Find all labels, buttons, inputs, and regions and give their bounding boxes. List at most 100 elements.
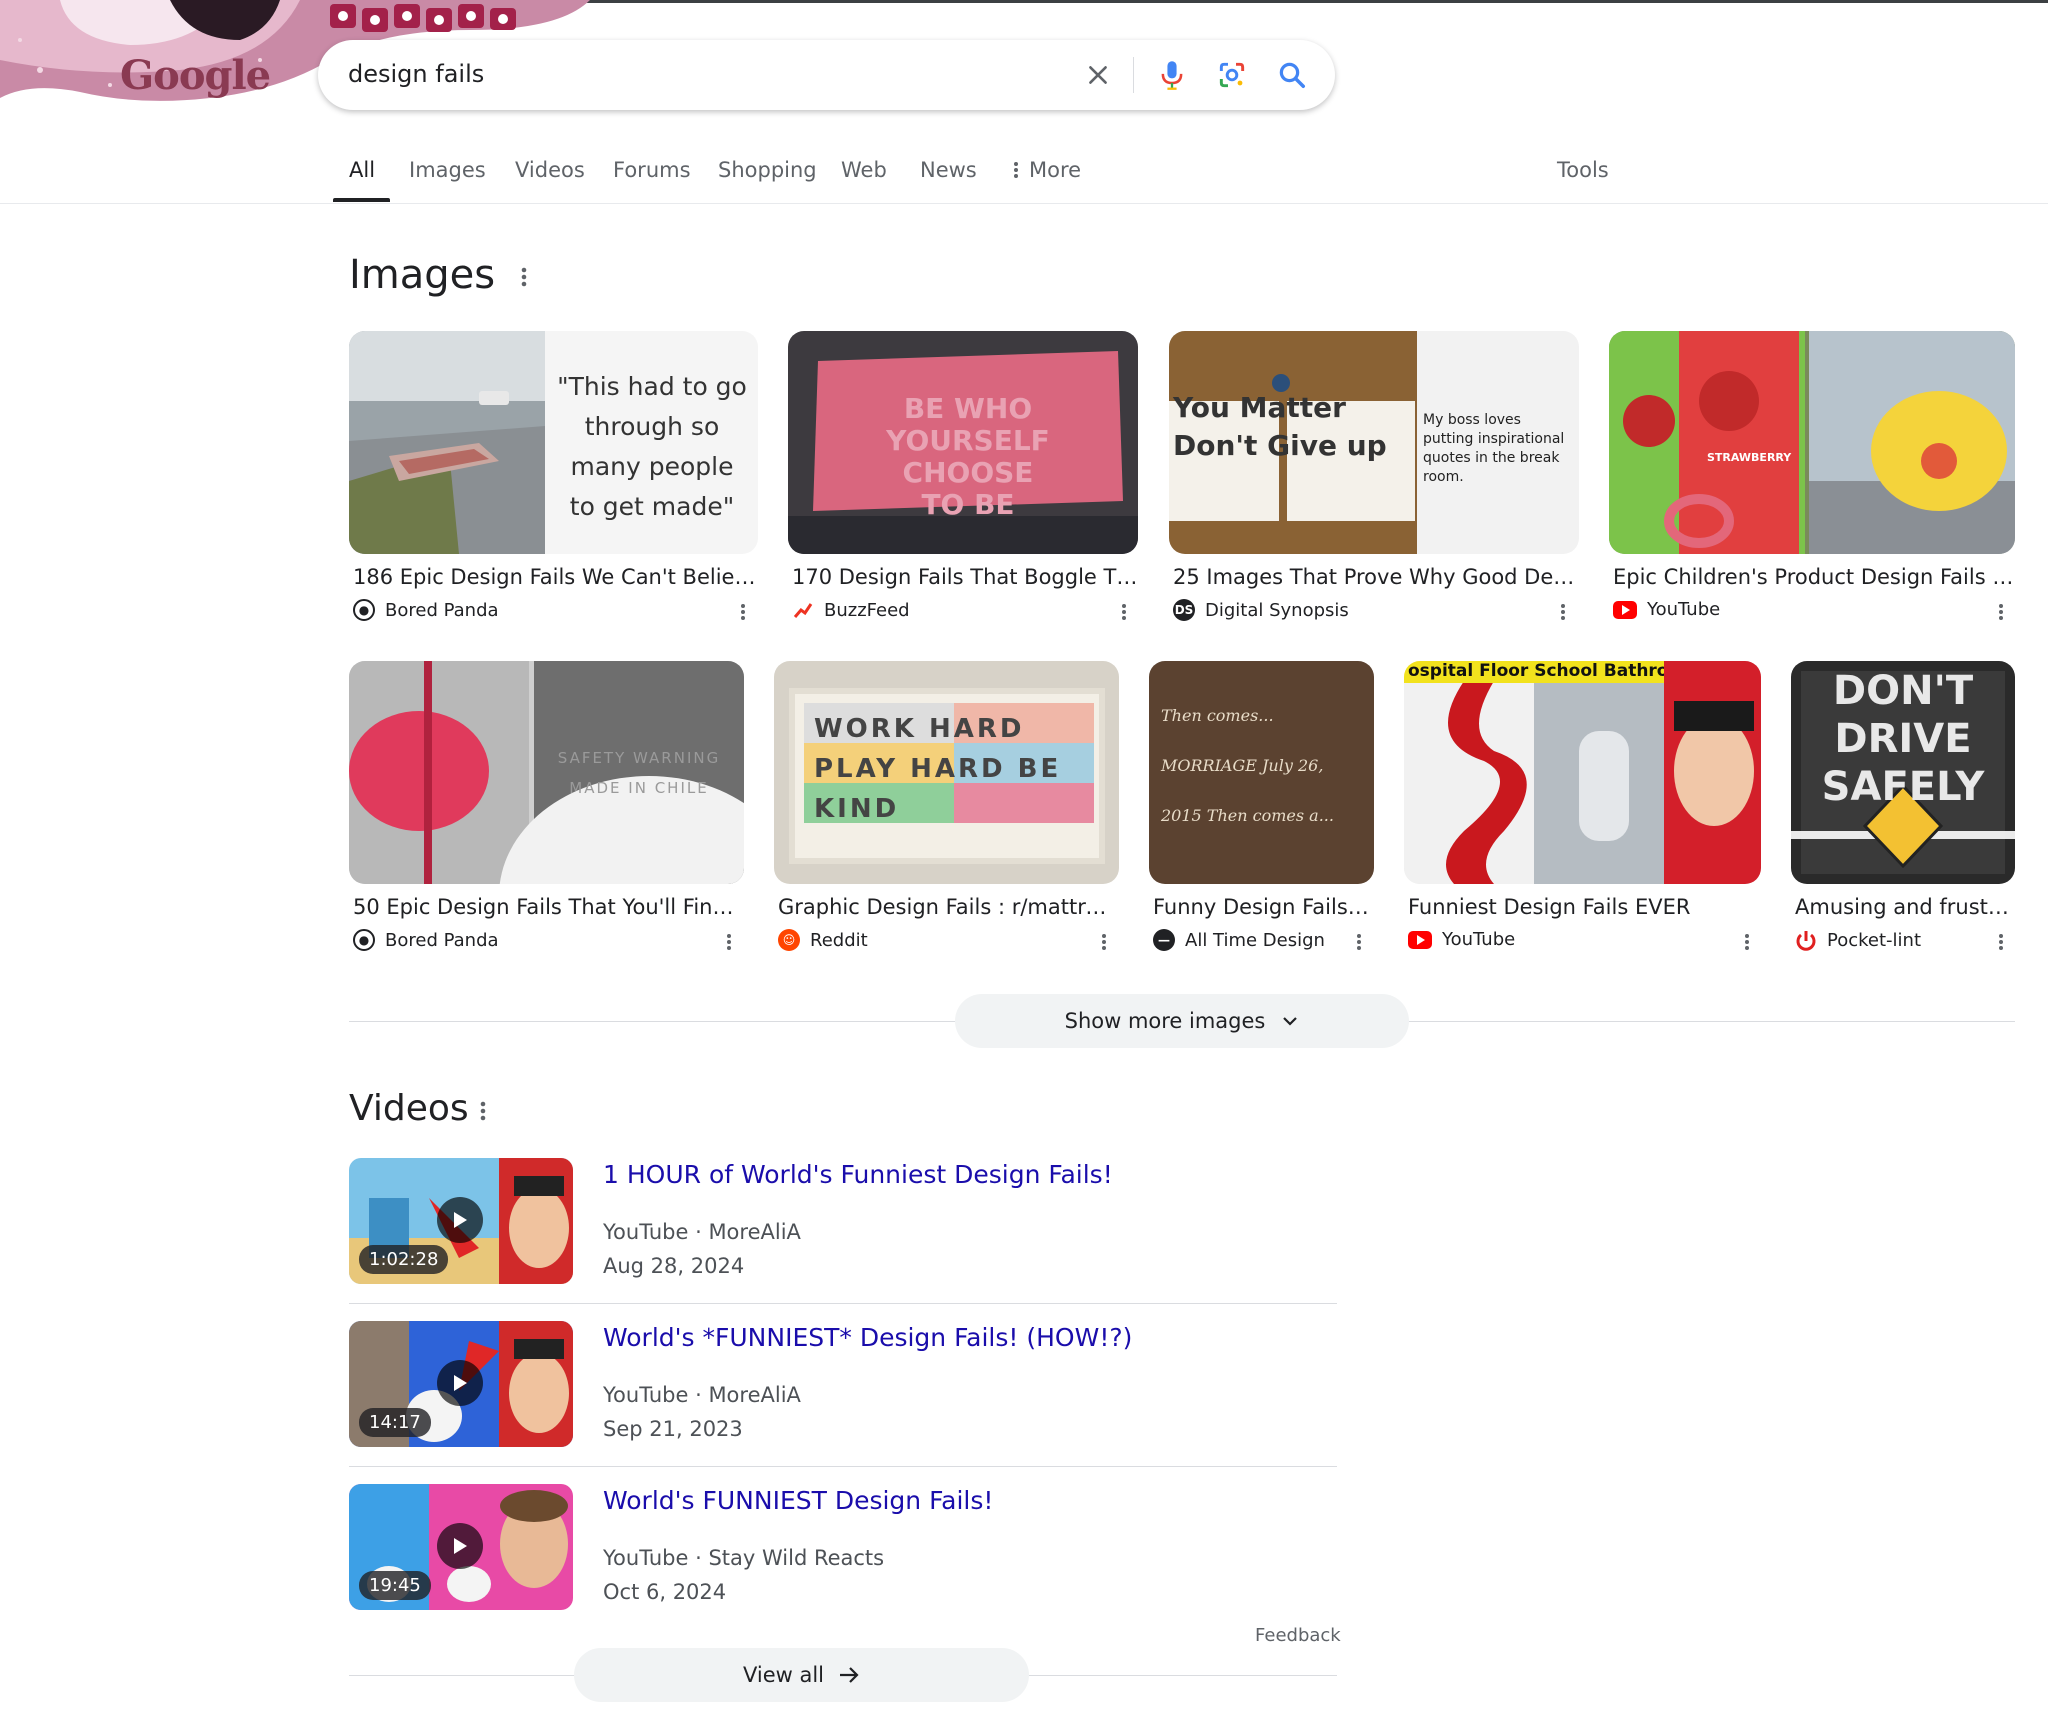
image-result-menu-icon[interactable] <box>1989 597 2013 627</box>
image-thumbnail[interactable]: "This had to go through so many people t… <box>349 331 758 554</box>
play-icon <box>437 1360 483 1406</box>
image-result-title[interactable]: 25 Images That Prove Why Good Desig... <box>1173 565 1579 589</box>
image-result-card[interactable]: DON'T DRIVE SAFELY Amusing and frustra..… <box>1791 661 2015 961</box>
source-name: Digital Synopsis <box>1205 599 1349 621</box>
image-result-source[interactable]: — All Time Design <box>1153 929 1325 951</box>
image-thumbnail[interactable]: DON'T DRIVE SAFELY <box>1791 661 2015 884</box>
image-thumbnail[interactable]: SAFETY WARNING MADE IN CHILE <box>349 661 744 884</box>
active-tab-indicator <box>333 198 390 202</box>
image-result-title[interactable]: Funniest Design Fails EVER <box>1408 895 1761 919</box>
video-title-link[interactable]: World's *FUNNIEST* Design Fails! (HOW!?) <box>603 1323 1132 1352</box>
tab-more[interactable]: More <box>1013 158 1081 182</box>
tab-shopping[interactable]: Shopping <box>718 158 817 182</box>
video-title-link[interactable]: World's FUNNIEST Design Fails! <box>603 1486 993 1515</box>
videos-section-menu-icon[interactable] <box>471 1096 495 1126</box>
image-result-source[interactable]: BuzzFeed <box>792 599 910 621</box>
tab-web[interactable]: Web <box>841 158 887 182</box>
video-thumbnail[interactable]: 19:45 <box>349 1484 573 1610</box>
thumb-caption-text: My boss loves putting inspirational quot… <box>1423 412 1565 485</box>
video-source: YouTube · MoreAliA <box>603 1220 801 1244</box>
image-result-menu-icon[interactable] <box>1092 927 1116 957</box>
video-date: Sep 21, 2023 <box>603 1417 743 1441</box>
video-thumbnail[interactable]: 1:02:28 <box>349 1158 573 1284</box>
thumb-banner-text: ospital Floor School Bathroom <box>1404 661 1664 683</box>
tab-images[interactable]: Images <box>409 158 486 182</box>
lens-camera-icon[interactable] <box>1212 55 1252 95</box>
tab-more-label: More <box>1029 158 1082 182</box>
image-result-menu-icon[interactable] <box>1551 597 1575 627</box>
image-result-card[interactable]: Then comes... MORRIAGE July 26, 2015 The… <box>1149 661 1374 961</box>
image-thumbnail[interactable]: BE WHO YOURSELF CHOOSE TO BE <box>788 331 1138 554</box>
image-thumbnail[interactable]: You Matter Don't Give up My boss loves p… <box>1169 331 1579 554</box>
images-section-menu-icon[interactable] <box>512 262 536 292</box>
image-result-menu-icon[interactable] <box>1347 927 1371 957</box>
image-result-source[interactable]: Pocket-lint <box>1795 929 1921 951</box>
image-result-title[interactable]: 170 Design Fails That Boggle The... <box>792 565 1138 589</box>
play-icon <box>437 1197 483 1243</box>
all-time-design-icon: — <box>1153 929 1175 951</box>
image-result-title[interactable]: 186 Epic Design Fails We Can't Believe..… <box>353 565 757 589</box>
image-thumbnail[interactable]: STRAWBERRY <box>1609 331 2015 554</box>
image-result-source[interactable]: ● Bored Panda <box>353 929 499 951</box>
youtube-icon <box>1408 930 1432 949</box>
image-result-card[interactable]: "This had to go through so many people t… <box>349 331 758 631</box>
tab-news[interactable]: News <box>920 158 977 182</box>
image-thumbnail[interactable]: Then comes... MORRIAGE July 26, 2015 The… <box>1149 661 1374 884</box>
image-result-source[interactable]: YouTube <box>1408 929 1515 950</box>
bored-panda-icon: ● <box>353 929 375 951</box>
image-result-title[interactable]: Graphic Design Fails : r/mattrose <box>778 895 1119 919</box>
image-result-card[interactable]: STRAWBERRY Epic Children's Product Desig… <box>1609 331 2015 631</box>
image-result-title[interactable]: Epic Children's Product Design Fails Th.… <box>1613 565 2015 589</box>
show-more-images-button[interactable]: Show more images <box>955 994 1409 1048</box>
tab-forums[interactable]: Forums <box>613 158 691 182</box>
source-name: YouTube <box>1442 929 1516 950</box>
image-result-menu-icon[interactable] <box>731 597 755 627</box>
video-title-link[interactable]: 1 HOUR of World's Funniest Design Fails! <box>603 1160 1113 1189</box>
image-result-source[interactable]: DS Digital Synopsis <box>1173 599 1349 621</box>
tab-all[interactable]: All <box>349 158 375 182</box>
google-logo[interactable]: Google <box>120 52 271 99</box>
search-input[interactable]: design fails <box>348 60 484 88</box>
image-result-card[interactable]: You Matter Don't Give up My boss loves p… <box>1169 331 1579 631</box>
image-result-card[interactable]: ospital Floor School Bathroom Funniest D… <box>1404 661 1761 961</box>
view-all-videos-button[interactable]: View all <box>574 1648 1029 1702</box>
youtube-icon <box>1613 600 1637 619</box>
image-result-title[interactable]: 50 Epic Design Fails That You'll Find ..… <box>353 895 744 919</box>
image-thumbnail[interactable]: ospital Floor School Bathroom <box>1404 661 1761 884</box>
clear-icon[interactable] <box>1078 55 1118 95</box>
image-result-menu-icon[interactable] <box>717 927 741 957</box>
tab-videos[interactable]: Videos <box>515 158 585 182</box>
search-icon[interactable] <box>1272 55 1312 95</box>
image-result-title[interactable]: Amusing and frustra... <box>1795 895 2015 919</box>
thumb-embossed-text: SAFETY WARNING MADE IN CHILE <box>557 749 721 797</box>
play-icon <box>437 1523 483 1569</box>
image-result-card[interactable]: BE WHO YOURSELF CHOOSE TO BE 170 Design … <box>788 331 1138 631</box>
image-result-menu-icon[interactable] <box>1112 597 1136 627</box>
video-channel: Stay Wild Reacts <box>708 1546 885 1570</box>
source-name: Reddit <box>810 929 868 951</box>
image-result-menu-icon[interactable] <box>1735 927 1759 957</box>
video-divider <box>349 1303 1337 1304</box>
tools-button[interactable]: Tools <box>1557 158 1609 182</box>
images-section-title: Images <box>349 252 496 298</box>
image-result-title[interactable]: Funny Design Fails | ... <box>1153 895 1374 919</box>
more-vert-icon <box>1014 162 1018 178</box>
videos-section-title: Videos <box>349 1088 469 1129</box>
image-thumbnail[interactable]: WORK HARD PLAY HARD BE KIND <box>774 661 1119 884</box>
search-box[interactable]: design fails <box>318 40 1335 110</box>
microphone-icon[interactable] <box>1152 55 1192 95</box>
video-platform: YouTube <box>603 1546 689 1570</box>
image-result-source[interactable]: ☺ Reddit <box>778 929 868 951</box>
source-name: Bored Panda <box>385 929 499 951</box>
video-thumbnail[interactable]: 14:17 <box>349 1321 573 1447</box>
search-tabs: All Images Videos Forums Shopping Web Ne… <box>0 140 2048 204</box>
image-result-card[interactable]: SAFETY WARNING MADE IN CHILE 50 Epic Des… <box>349 661 744 961</box>
image-result-source[interactable]: ● Bored Panda <box>353 599 499 621</box>
image-result-menu-icon[interactable] <box>1989 927 2013 957</box>
thumb-board-text: Then comes... MORRIAGE July 26, 2015 The… <box>1161 706 1334 825</box>
image-result-source[interactable]: YouTube <box>1613 599 1720 620</box>
reddit-icon: ☺ <box>778 929 800 951</box>
feedback-link[interactable]: Feedback <box>1255 1625 1341 1646</box>
image-result-card[interactable]: WORK HARD PLAY HARD BE KIND Graphic Desi… <box>774 661 1119 961</box>
video-date: Aug 28, 2024 <box>603 1254 745 1278</box>
